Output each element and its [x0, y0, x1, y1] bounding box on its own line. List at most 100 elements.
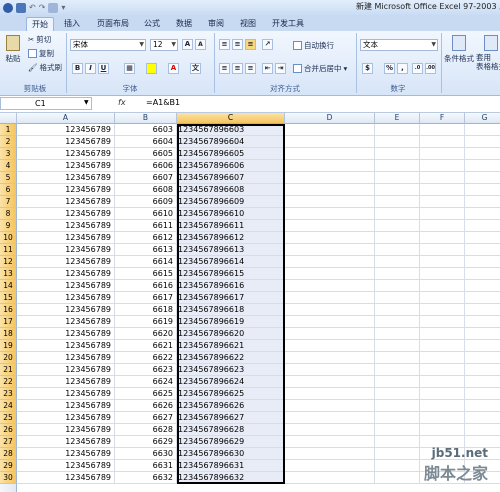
cell-a[interactable]: 123456789 [17, 160, 115, 172]
cell-d[interactable] [285, 256, 375, 268]
row-header[interactable]: 8 [0, 208, 17, 220]
cell-c[interactable]: 1234567896607 [177, 172, 285, 184]
font-size-select[interactable]: 12 ▼ [150, 39, 178, 51]
cell-e[interactable] [375, 124, 420, 136]
cell-d[interactable] [285, 232, 375, 244]
cell-d[interactable] [285, 304, 375, 316]
cell-g[interactable] [465, 208, 500, 220]
cell-b[interactable]: 6622 [115, 352, 177, 364]
cell-c[interactable]: 1234567896610 [177, 208, 285, 220]
borders-icon[interactable]: ▦ [124, 63, 135, 74]
cell-a[interactable]: 123456789 [17, 364, 115, 376]
cell-f[interactable] [420, 160, 465, 172]
cell-c[interactable]: 1234567896625 [177, 388, 285, 400]
cell-e[interactable] [375, 472, 420, 484]
cell-c[interactable]: 1234567896603 [177, 124, 285, 136]
cell-d[interactable] [285, 400, 375, 412]
cell-a[interactable]: 123456789 [17, 196, 115, 208]
cell-c[interactable]: 1234567896627 [177, 412, 285, 424]
cell-c[interactable]: 1234567896629 [177, 436, 285, 448]
cell-e[interactable] [375, 292, 420, 304]
cell-d[interactable] [285, 184, 375, 196]
cell-c[interactable]: 1234567896611 [177, 220, 285, 232]
office-button-icon[interactable] [3, 2, 13, 13]
cell-g[interactable] [465, 412, 500, 424]
row-header[interactable]: 17 [0, 316, 17, 328]
align-top-icon[interactable]: ≡ [219, 39, 230, 50]
cell-b[interactable]: 6607 [115, 172, 177, 184]
worksheet-grid[interactable]: ABCDEFG 1 123456789 6603 1234567896603 2 1234… [0, 113, 500, 492]
cell-g[interactable] [465, 328, 500, 340]
cell-b[interactable]: 6617 [115, 292, 177, 304]
copy-button[interactable]: 复制 [28, 48, 54, 59]
cell-b[interactable]: 6619 [115, 316, 177, 328]
cell-a[interactable]: 123456789 [17, 232, 115, 244]
cell-b[interactable]: 6616 [115, 280, 177, 292]
cell-f[interactable] [420, 316, 465, 328]
underline-button[interactable]: U [98, 63, 109, 74]
align-right-icon[interactable]: ≡ [245, 63, 256, 74]
cell-f[interactable] [420, 220, 465, 232]
merge-center-button[interactable]: 合并后居中 ▾ [293, 63, 347, 74]
cell-c[interactable]: 1234567896608 [177, 184, 285, 196]
row-header[interactable]: 23 [0, 388, 17, 400]
decrease-decimal-icon[interactable]: .00 [425, 63, 436, 74]
cell-e[interactable] [375, 184, 420, 196]
cell-a[interactable]: 123456789 [17, 436, 115, 448]
cell-e[interactable] [375, 304, 420, 316]
cell-b[interactable]: 6605 [115, 148, 177, 160]
row-header[interactable]: 9 [0, 220, 17, 232]
cell-b[interactable]: 6621 [115, 340, 177, 352]
currency-icon[interactable]: $ [362, 63, 373, 74]
cut-button[interactable]: ✂ 剪切 [28, 34, 51, 45]
cell-d[interactable] [285, 124, 375, 136]
cell-d[interactable] [285, 292, 375, 304]
cell-c[interactable]: 1234567896605 [177, 148, 285, 160]
row-header[interactable]: 22 [0, 376, 17, 388]
tab-review[interactable]: 审阅 [204, 17, 228, 31]
cell-f[interactable] [420, 328, 465, 340]
cell-a[interactable]: 123456789 [17, 424, 115, 436]
cell-f[interactable] [420, 280, 465, 292]
fill-color-icon[interactable] [146, 63, 157, 74]
cell-a[interactable]: 123456789 [17, 340, 115, 352]
cell-f[interactable] [420, 268, 465, 280]
cell-c[interactable]: 1234567896606 [177, 160, 285, 172]
phonetic-icon[interactable]: 文 [190, 63, 201, 74]
cell-b[interactable]: 6620 [115, 328, 177, 340]
cell-d[interactable] [285, 280, 375, 292]
cell-d[interactable] [285, 448, 375, 460]
cell-d[interactable] [285, 160, 375, 172]
cell-c[interactable]: 1234567896609 [177, 196, 285, 208]
increase-decimal-icon[interactable]: .0 [412, 63, 423, 74]
cell-c[interactable]: 1234567896632 [177, 472, 285, 484]
wrap-text-button[interactable]: 自动换行 [293, 40, 334, 51]
cell-e[interactable] [375, 412, 420, 424]
cell-a[interactable]: 123456789 [17, 136, 115, 148]
format-painter-button[interactable]: 🖌 格式刷 [28, 62, 62, 73]
cell-a[interactable]: 123456789 [17, 376, 115, 388]
cell-b[interactable]: 6606 [115, 160, 177, 172]
cell-c[interactable]: 1234567896618 [177, 304, 285, 316]
cell-g[interactable] [465, 184, 500, 196]
cell-e[interactable] [375, 244, 420, 256]
cell-f[interactable] [420, 388, 465, 400]
column-header-d[interactable]: D [285, 113, 375, 124]
cell-b[interactable]: 6603 [115, 124, 177, 136]
cell-d[interactable] [285, 196, 375, 208]
cell-e[interactable] [375, 328, 420, 340]
cell-d[interactable] [285, 268, 375, 280]
row-header[interactable]: 15 [0, 292, 17, 304]
shrink-font-button[interactable]: A [195, 39, 206, 50]
cell-c[interactable]: 1234567896626 [177, 400, 285, 412]
cell-b[interactable]: 6626 [115, 400, 177, 412]
cell-f[interactable] [420, 196, 465, 208]
cell-c[interactable]: 1234567896623 [177, 364, 285, 376]
row-header[interactable]: 6 [0, 184, 17, 196]
tab-home[interactable]: 开始 [26, 17, 54, 32]
cell-f[interactable] [420, 256, 465, 268]
cell-e[interactable] [375, 376, 420, 388]
tab-data[interactable]: 数据 [172, 17, 196, 31]
cell-f[interactable] [420, 304, 465, 316]
cell-g[interactable] [465, 160, 500, 172]
